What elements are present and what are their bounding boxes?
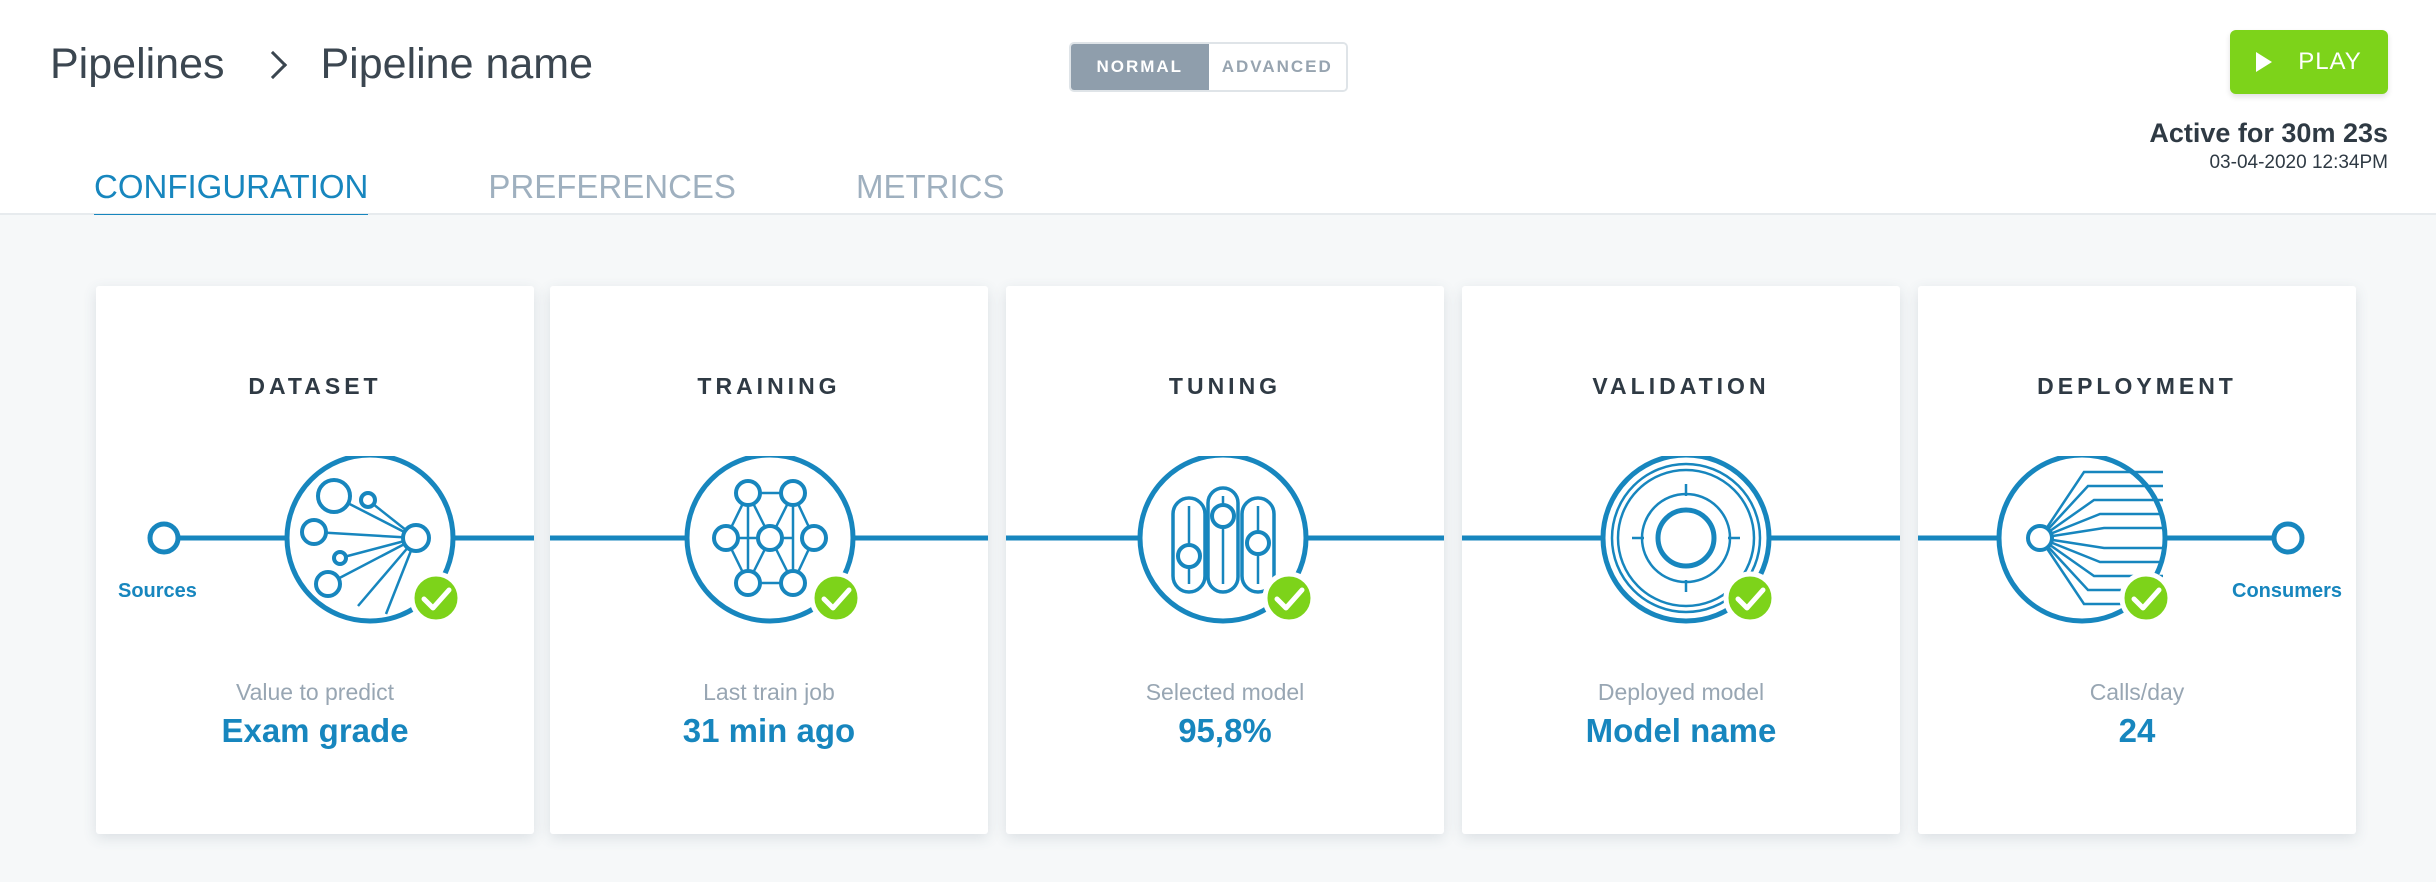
check-circle-icon: [409, 571, 463, 625]
dataset-stage-graphic: [147, 456, 534, 625]
sources-label: Sources: [118, 580, 197, 602]
tab-bar: CONFIGURATION PREFERENCES METRICS: [94, 168, 1004, 218]
page-title: Pipeline name: [320, 40, 594, 88]
stage-label: Last train job: [703, 679, 835, 705]
mode-advanced-button[interactable]: ADVANCED: [1208, 44, 1346, 90]
pipeline-canvas: DATASET Value to predict Exam grade TRAI…: [0, 215, 2436, 882]
stage-card-dataset[interactable]: DATASET Value to predict Exam grade: [96, 286, 534, 834]
mode-toggle: NORMAL ADVANCED: [1069, 42, 1348, 92]
stage-card-deployment[interactable]: DEPLOYMENT Calls/day 24: [1918, 286, 2356, 834]
stage-title: TRAINING: [697, 373, 841, 399]
stage-value: 31 min ago: [682, 712, 856, 749]
stage-card-tuning[interactable]: TUNING Selected model 95,8%: [1006, 286, 1444, 834]
tab-metrics[interactable]: METRICS: [856, 168, 1005, 218]
stage-title: TUNING: [1168, 373, 1282, 399]
mode-normal-button[interactable]: NORMAL: [1071, 44, 1209, 90]
stage-label: Selected model: [1145, 679, 1305, 705]
breadcrumb-pipelines-link[interactable]: Pipelines: [50, 40, 225, 89]
stage-title: DATASET: [248, 373, 382, 399]
tab-configuration[interactable]: CONFIGURATION: [94, 168, 369, 218]
stage-title: VALIDATION: [1592, 373, 1770, 399]
sources-node[interactable]: [147, 521, 181, 555]
stage-value: 24: [2118, 712, 2156, 749]
tuning-stage-graphic: [1006, 456, 1444, 625]
stage-value: Model name: [1585, 712, 1777, 749]
stage-card-training[interactable]: TRAINING Last train job 31 min ago: [550, 286, 988, 834]
stage-label: Deployed model: [1597, 679, 1765, 705]
play-icon: [2256, 52, 2273, 72]
chevron-right-icon: [258, 50, 287, 79]
play-button-label: PLAY: [2298, 48, 2362, 75]
check-circle-icon: [1262, 571, 1316, 625]
stage-card-validation[interactable]: VALIDATION Deployed model Model name: [1462, 286, 1900, 834]
stage-value: 95,8%: [1178, 712, 1272, 749]
deployment-stage-graphic: [1918, 456, 2305, 625]
check-circle-icon: [809, 571, 863, 625]
page-header: Pipelines Pipeline name NORMAL ADVANCED …: [0, 0, 2436, 218]
active-timestamp: 03-04-2020 12:34PM: [2209, 152, 2388, 173]
consumers-label: Consumers: [2232, 580, 2343, 602]
stage-label: Calls/day: [2089, 679, 2185, 705]
stage-title: DEPLOYMENT: [2037, 373, 2237, 399]
active-duration: Active for 30m 23s: [2149, 118, 2388, 148]
consumers-node[interactable]: [2271, 521, 2305, 555]
play-button[interactable]: PLAY: [2230, 30, 2388, 94]
breadcrumb: Pipelines Pipeline name: [50, 40, 593, 89]
check-circle-icon: [1723, 571, 1777, 625]
validation-stage-graphic: [1462, 456, 1900, 625]
tab-preferences[interactable]: PREFERENCES: [488, 168, 736, 218]
check-circle-icon: [2119, 571, 2173, 625]
stage-label: Value to predict: [235, 679, 395, 705]
stage-value: Exam grade: [221, 712, 409, 749]
training-stage-graphic: [550, 456, 988, 625]
